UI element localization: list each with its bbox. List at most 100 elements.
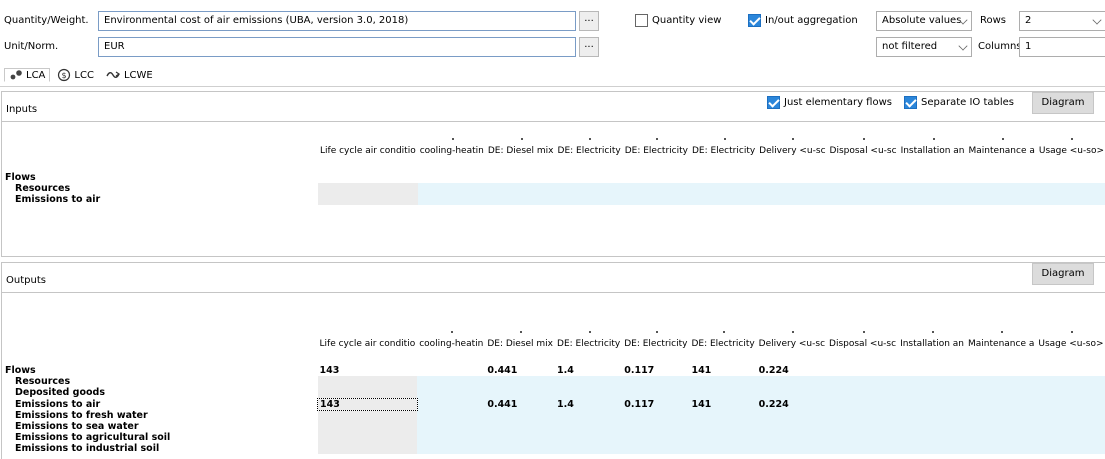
table-cell[interactable] xyxy=(622,421,690,432)
table-cell[interactable]: 0.441 xyxy=(485,398,556,410)
table-cell[interactable] xyxy=(827,387,899,398)
table-cell[interactable] xyxy=(622,387,690,398)
table-cell[interactable] xyxy=(898,410,967,421)
table-cell[interactable] xyxy=(485,387,556,398)
table-row[interactable]: Emissions to sea water xyxy=(3,421,1105,432)
table-cell[interactable] xyxy=(966,410,1037,421)
column-header[interactable]: Installation an xyxy=(898,323,967,365)
column-header[interactable]: DE: Electricity xyxy=(622,323,690,365)
absolute-values-select[interactable]: Absolute values xyxy=(876,11,972,31)
table-cell[interactable] xyxy=(827,421,899,432)
table-cell[interactable]: 1.4 xyxy=(555,365,623,376)
table-cell[interactable] xyxy=(827,172,899,183)
table-cell[interactable]: 0.441 xyxy=(485,365,556,376)
table-row[interactable]: Flows 143 0.441 1.4 0.117 141 0.224 xyxy=(3,365,1105,376)
table-cell[interactable] xyxy=(1036,376,1105,387)
table-cell[interactable] xyxy=(485,172,556,183)
table-cell[interactable] xyxy=(757,194,828,205)
table-cell[interactable] xyxy=(689,443,757,454)
table-row[interactable]: Emissions to industrial soil xyxy=(3,443,1105,454)
table-row[interactable]: Emissions to fresh water xyxy=(3,410,1105,421)
table-cell[interactable] xyxy=(966,172,1037,183)
table-row[interactable]: Deposited goods xyxy=(3,387,1105,398)
column-header[interactable]: DE: Diesel mix xyxy=(485,130,556,172)
column-header[interactable]: Maintenance a xyxy=(966,323,1037,365)
table-cell[interactable] xyxy=(756,387,828,398)
table-cell[interactable] xyxy=(555,432,623,443)
column-header[interactable]: Disposal <u-sc xyxy=(827,323,899,365)
table-cell[interactable] xyxy=(756,410,828,421)
table-cell[interactable]: 143 xyxy=(317,365,418,376)
column-header[interactable]: cooling-heatin xyxy=(417,130,486,172)
table-cell[interactable] xyxy=(966,194,1037,205)
separate-io-checkbox[interactable]: Separate IO tables xyxy=(904,96,1014,109)
table-cell[interactable] xyxy=(555,172,623,183)
table-cell[interactable] xyxy=(827,365,899,376)
column-header[interactable]: Disposal <u-sc xyxy=(827,130,899,172)
column-header[interactable]: DE: Electricity xyxy=(622,130,690,172)
quantity-browse-button[interactable]: ... xyxy=(579,11,599,31)
table-cell[interactable] xyxy=(417,183,486,194)
table-cell[interactable] xyxy=(555,376,623,387)
table-cell[interactable] xyxy=(966,398,1037,410)
column-header[interactable]: Delivery <u-sc xyxy=(756,323,828,365)
table-cell[interactable] xyxy=(898,194,967,205)
table-cell[interactable] xyxy=(485,410,556,421)
table-row[interactable]: Resources xyxy=(3,376,1105,387)
table-cell[interactable] xyxy=(417,443,486,454)
table-cell[interactable] xyxy=(555,387,623,398)
table-cell[interactable] xyxy=(622,172,690,183)
table-cell[interactable] xyxy=(555,421,623,432)
table-cell[interactable] xyxy=(317,410,418,421)
table-cell[interactable] xyxy=(689,387,757,398)
table-cell[interactable] xyxy=(827,194,899,205)
table-cell[interactable] xyxy=(555,183,623,194)
table-cell[interactable] xyxy=(966,183,1037,194)
table-cell[interactable] xyxy=(827,410,899,421)
column-header[interactable]: Installation an xyxy=(898,130,967,172)
table-cell[interactable] xyxy=(966,443,1037,454)
table-cell[interactable]: 1.4 xyxy=(555,398,623,410)
table-cell[interactable] xyxy=(622,194,690,205)
table-cell[interactable] xyxy=(1036,443,1105,454)
table-cell[interactable] xyxy=(827,398,899,410)
table-cell[interactable] xyxy=(622,443,690,454)
table-cell[interactable] xyxy=(966,432,1037,443)
table-cell[interactable] xyxy=(898,398,967,410)
table-cell[interactable] xyxy=(1036,172,1105,183)
table-cell[interactable] xyxy=(1036,365,1105,376)
table-cell[interactable] xyxy=(689,194,758,205)
table-cell[interactable]: 0.117 xyxy=(622,398,690,410)
table-cell[interactable] xyxy=(898,376,967,387)
unit-browse-button[interactable]: ... xyxy=(579,37,599,57)
tab-lcwe[interactable]: LCWE xyxy=(101,69,157,81)
table-cell[interactable]: 141 xyxy=(689,365,757,376)
table-cell[interactable] xyxy=(485,421,556,432)
outputs-diagram-button[interactable]: Diagram xyxy=(1032,263,1094,285)
table-cell[interactable] xyxy=(966,421,1037,432)
table-cell[interactable] xyxy=(555,410,623,421)
table-cell[interactable] xyxy=(417,432,486,443)
table-cell[interactable] xyxy=(1036,194,1105,205)
table-cell[interactable] xyxy=(1036,398,1105,410)
table-cell[interactable] xyxy=(317,432,418,443)
table-cell[interactable] xyxy=(1036,410,1105,421)
table-cell[interactable] xyxy=(827,376,899,387)
table-cell[interactable] xyxy=(317,387,418,398)
filter-select[interactable]: not filtered xyxy=(876,37,972,57)
quantity-field[interactable]: Environmental cost of air emissions (UBA… xyxy=(98,11,576,31)
table-cell[interactable] xyxy=(827,443,899,454)
table-cell[interactable] xyxy=(318,183,418,194)
inout-aggregation-checkbox[interactable]: In/out aggregation xyxy=(748,14,858,27)
table-cell[interactable] xyxy=(417,410,486,421)
table-cell[interactable] xyxy=(898,183,967,194)
table-cell[interactable] xyxy=(689,376,757,387)
table-cell[interactable] xyxy=(689,172,758,183)
table-cell[interactable] xyxy=(417,421,486,432)
table-cell[interactable] xyxy=(318,194,418,205)
column-header[interactable]: DE: Electricity xyxy=(555,130,623,172)
table-cell[interactable] xyxy=(966,387,1037,398)
column-header[interactable]: DE: Diesel mix xyxy=(485,323,556,365)
table-cell[interactable] xyxy=(689,421,757,432)
column-header[interactable]: Usage <u-so> xyxy=(1036,130,1105,172)
